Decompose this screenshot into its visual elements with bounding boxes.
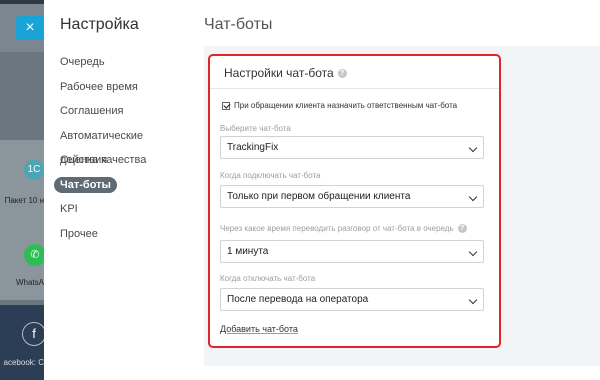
disconnect-when-select[interactable]: После перевода на оператора (220, 288, 484, 311)
assign-chatbot-label: При обращении клиента назначить ответств… (234, 101, 458, 110)
close-icon[interactable]: × (16, 16, 44, 40)
help-icon[interactable]: ? (457, 224, 467, 234)
section-title: Чат-боты (204, 16, 273, 33)
help-icon[interactable]: ? (337, 69, 347, 79)
card-title: Настройки чат-бота? (224, 66, 347, 80)
chatbot-select-value: TrackingFix (227, 142, 279, 153)
onec-icon: 1С (24, 160, 44, 180)
settings-nav: Очередь Рабочее время Соглашения Автомат… (54, 50, 194, 246)
panel-title: Настройка (60, 16, 139, 33)
transfer-delay-select[interactable]: 1 минута (220, 240, 484, 263)
assign-chatbot-row: При обращении клиента назначить ответств… (222, 101, 457, 110)
transfer-delay-label: Через какое время переводить разговор от… (220, 224, 467, 234)
background-item-label: acebook: C (3, 358, 44, 367)
connect-when-value: Только при первом обращении клиента (227, 191, 411, 202)
chatbot-settings-card: Настройки чат-бота? При обращении клиент… (208, 54, 501, 348)
chatbot-select[interactable]: TrackingFix (220, 136, 484, 159)
add-chatbot-link[interactable]: Добавить чат-бота (220, 324, 298, 334)
chatbot-select-label: Выберите чат-бота (220, 124, 291, 133)
disconnect-when-value: После перевода на оператора (227, 294, 369, 305)
nav-item-working-hours[interactable]: Рабочее время (54, 75, 194, 100)
disconnect-when-label: Когда отключать чат-бота (220, 274, 316, 283)
nav-item-other[interactable]: Прочее (54, 222, 194, 247)
background-app: 1С Пакет 10 н ✆ WhatsA f acebook: C (0, 0, 44, 380)
chevron-down-icon (468, 192, 478, 202)
chevron-down-icon (468, 143, 478, 153)
card-title-text: Настройки чат-бота (224, 66, 334, 80)
nav-item-queue[interactable]: Очередь (54, 50, 194, 75)
connect-when-select[interactable]: Только при первом обращении клиента (220, 185, 484, 208)
nav-item-quality-rating[interactable]: Оценка качества (54, 148, 194, 173)
chevron-down-icon (468, 247, 478, 257)
transfer-delay-label-text: Через какое время переводить разговор от… (220, 224, 454, 233)
nav-item-chatbots[interactable]: Чат-боты (54, 176, 117, 193)
chevron-down-icon (468, 295, 478, 305)
transfer-delay-value: 1 минута (227, 246, 269, 257)
nav-item-agreements[interactable]: Соглашения (54, 99, 194, 124)
background-item-label: WhatsA (15, 278, 44, 287)
nav-item-auto-actions[interactable]: Автоматические действия (54, 124, 194, 166)
whatsapp-icon: ✆ (24, 244, 44, 266)
background-item-label: Пакет 10 н (4, 196, 44, 205)
divider (210, 88, 499, 89)
assign-chatbot-checkbox[interactable] (222, 101, 230, 110)
nav-item-kpi[interactable]: KPI (54, 197, 194, 222)
connect-when-label: Когда подключать чат-бота (220, 171, 321, 180)
facebook-icon: f (22, 322, 44, 346)
